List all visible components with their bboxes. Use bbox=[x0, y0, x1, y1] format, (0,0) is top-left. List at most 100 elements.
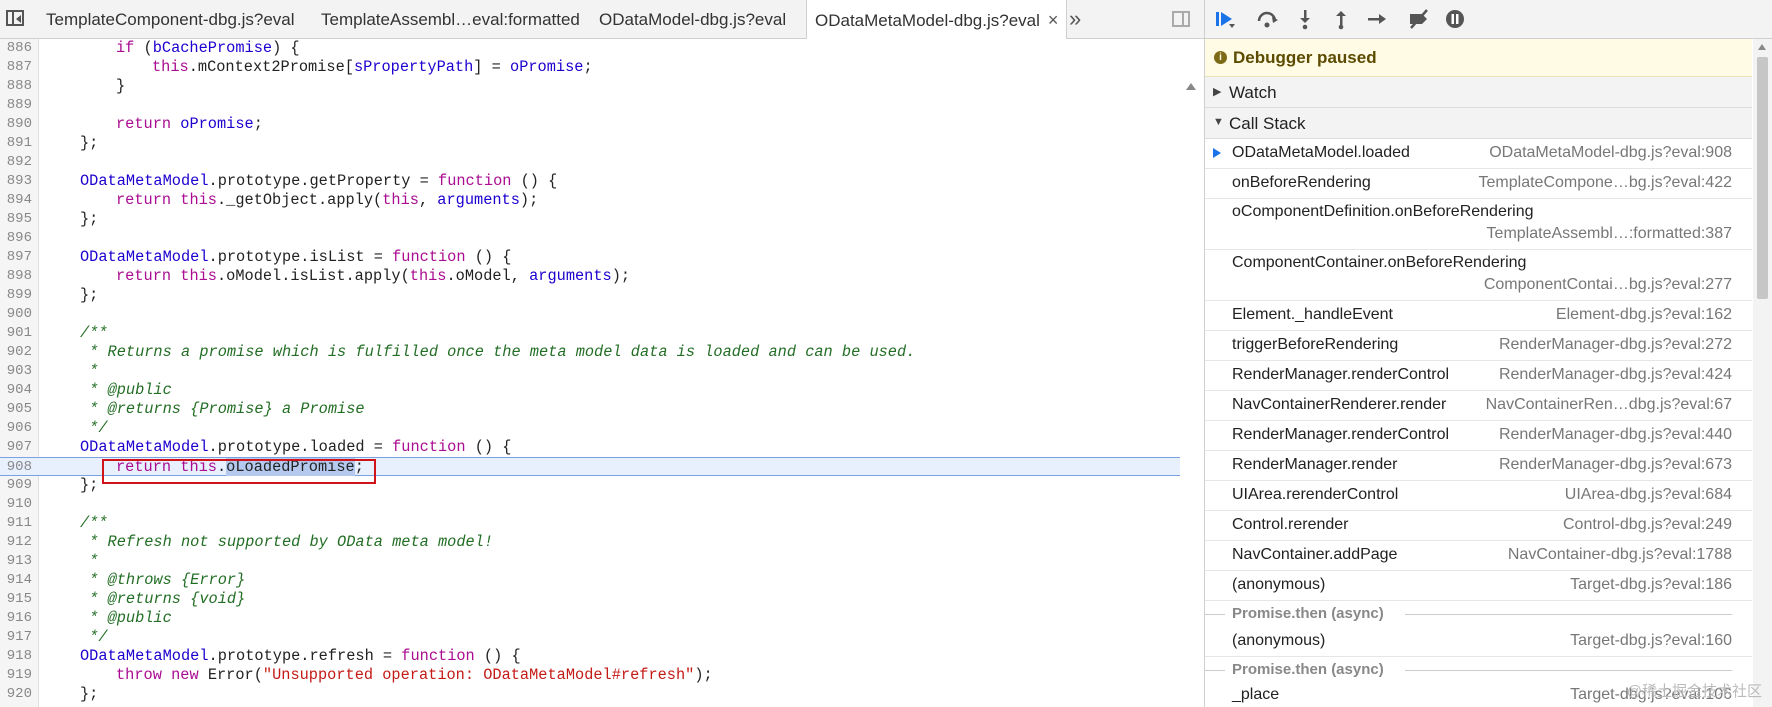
call-stack-section-header[interactable]: ▼ Call Stack bbox=[1205, 108, 1752, 139]
frame-function: (anonymous) bbox=[1232, 632, 1326, 649]
call-frame[interactable]: ODataMetaModel.loaded ODataMetaModel-dbg.… bbox=[1205, 139, 1752, 169]
step-out-icon[interactable] bbox=[1329, 8, 1353, 30]
line-number: 906 bbox=[6, 420, 32, 436]
call-frame[interactable]: NavContainer.addPage NavContainer-dbg.js?… bbox=[1205, 541, 1752, 571]
code-line: 895}; bbox=[0, 210, 1180, 229]
code-line: 893 ODataMetaModel.prototype.getProperty … bbox=[0, 172, 1180, 191]
code-line: 899}; bbox=[0, 286, 1180, 305]
call-frame[interactable]: onBeforeRendering TemplateCompone…bg.js?e… bbox=[1205, 169, 1752, 199]
step-into-icon[interactable] bbox=[1293, 8, 1317, 30]
code-line: 910 bbox=[0, 495, 1180, 514]
call-frame[interactable]: Control.rerender Control-dbg.js?eval:249 bbox=[1205, 511, 1752, 541]
more-tabs-icon[interactable]: » bbox=[1069, 6, 1081, 32]
expand-triangle-icon: ▶ bbox=[1213, 86, 1222, 98]
line-code: }; bbox=[80, 286, 99, 304]
watch-section-header[interactable]: ▶ Watch bbox=[1205, 77, 1752, 108]
call-frame[interactable]: UIArea.rerenderControl UIArea-dbg.js?eval… bbox=[1205, 481, 1752, 511]
line-number: 913 bbox=[6, 553, 32, 569]
line-number: 894 bbox=[6, 192, 32, 208]
line-number: 898 bbox=[6, 268, 32, 284]
close-icon[interactable]: × bbox=[1048, 0, 1059, 40]
frame-location[interactable]: Element-dbg.js?eval:162 bbox=[1556, 306, 1732, 324]
frame-location[interactable]: UIArea-dbg.js?eval:684 bbox=[1565, 486, 1732, 504]
code-line: 907 ODataMetaModel.prototype.loaded = fun… bbox=[0, 438, 1180, 457]
resume-icon[interactable] bbox=[1213, 8, 1237, 30]
tab-label: TemplateComponent-dbg.js?eval bbox=[46, 10, 295, 29]
frame-location[interactable]: NavContainer-dbg.js?eval:1788 bbox=[1508, 546, 1732, 564]
line-code: } bbox=[116, 77, 126, 95]
async-separator: Promise.then (async) bbox=[1205, 601, 1752, 627]
frame-location[interactable]: TemplateCompone…bg.js?eval:422 bbox=[1479, 174, 1732, 192]
call-frame[interactable]: RenderManager.render RenderManager-dbg.js… bbox=[1205, 451, 1752, 481]
step-icon[interactable] bbox=[1365, 8, 1389, 30]
line-number: 919 bbox=[6, 667, 32, 683]
line-code: }; bbox=[80, 210, 99, 228]
frame-location[interactable]: ComponentContai…bg.js?eval:277 bbox=[1484, 276, 1732, 294]
line-number: 904 bbox=[6, 382, 32, 398]
tab-label: TemplateAssembl…eval:formatted bbox=[321, 10, 580, 29]
call-frame[interactable]: triggerBeforeRendering RenderManager-dbg.… bbox=[1205, 331, 1752, 361]
code-line: 916 * @public bbox=[0, 609, 1180, 628]
step-over-icon[interactable] bbox=[1255, 8, 1279, 30]
frame-function: oComponentDefinition.onBeforeRendering bbox=[1232, 203, 1534, 220]
code-line: 920}; bbox=[0, 685, 1180, 704]
call-frame[interactable]: ComponentContainer.onBeforeRendering Comp… bbox=[1205, 250, 1752, 301]
call-frame[interactable]: Element._handleEvent Element-dbg.js?eval:… bbox=[1205, 301, 1752, 331]
scroll-up-icon[interactable] bbox=[1186, 83, 1196, 90]
call-frame[interactable]: NavContainerRenderer.render NavContainerR… bbox=[1205, 391, 1752, 421]
code-line: 897 ODataMetaModel.prototype.isList = fun… bbox=[0, 248, 1180, 267]
line-code: if (bCachePromise) { bbox=[116, 39, 300, 57]
deactivate-breakpoints-icon[interactable] bbox=[1407, 8, 1431, 30]
line-number: 908 bbox=[6, 459, 32, 475]
code-line: 906 */ bbox=[0, 419, 1180, 438]
code-line: 904 * @public bbox=[0, 381, 1180, 400]
frame-location[interactable]: RenderManager-dbg.js?eval:440 bbox=[1499, 426, 1732, 444]
line-code: }; bbox=[80, 476, 99, 494]
call-frame[interactable]: (anonymous) Target-dbg.js?eval:160 bbox=[1205, 627, 1752, 657]
line-code: * @returns {void} bbox=[80, 590, 246, 608]
frame-location[interactable]: Control-dbg.js?eval:249 bbox=[1563, 516, 1732, 534]
tab-odata-model[interactable]: ODataModel-dbg.js?eval bbox=[599, 0, 786, 38]
code-line: 901 /** bbox=[0, 324, 1180, 343]
frame-location[interactable]: Target-dbg.js?eval:186 bbox=[1570, 576, 1732, 594]
frame-location[interactable]: Target-dbg.js?eval:160 bbox=[1570, 632, 1732, 650]
debugger-paused-banner: i Debugger paused bbox=[1205, 39, 1752, 77]
line-number: 890 bbox=[6, 116, 32, 132]
frame-location[interactable]: RenderManager-dbg.js?eval:673 bbox=[1499, 456, 1732, 474]
code-line: 917 */ bbox=[0, 628, 1180, 647]
frame-location[interactable]: TemplateAssembl…:formatted:387 bbox=[1487, 225, 1732, 243]
navigator-toggle-icon[interactable] bbox=[6, 10, 24, 26]
code-line: 894 return this._getObject.apply(this, ar… bbox=[0, 191, 1180, 210]
scroll-up-icon[interactable] bbox=[1758, 44, 1766, 50]
line-number: 892 bbox=[6, 154, 32, 170]
code-editor[interactable]: 886 if (bCachePromise) { 887 this.mContext… bbox=[0, 39, 1204, 707]
call-stack-label: Call Stack bbox=[1229, 114, 1306, 133]
call-frame[interactable]: RenderManager.renderControl RenderManager… bbox=[1205, 421, 1752, 451]
annotation-red-box bbox=[102, 459, 376, 484]
frame-location[interactable]: ODataMetaModel-dbg.js?eval:908 bbox=[1489, 144, 1732, 162]
call-frame[interactable]: oComponentDefinition.onBeforeRendering Te… bbox=[1205, 199, 1752, 250]
frame-function: (anonymous) bbox=[1232, 576, 1326, 593]
line-code: /** bbox=[80, 324, 108, 342]
call-frame[interactable]: RenderManager.renderControl RenderManager… bbox=[1205, 361, 1752, 391]
pause-on-exceptions-icon[interactable] bbox=[1443, 8, 1467, 30]
line-number: 911 bbox=[6, 515, 32, 531]
debugger-sidebar: i Debugger paused ▶ Watch ▼ Call Stack O… bbox=[1205, 0, 1772, 707]
frame-function: RenderManager.render bbox=[1232, 456, 1398, 473]
tab-template-component[interactable]: TemplateComponent-dbg.js?eval bbox=[46, 0, 295, 38]
code-line: 913 * bbox=[0, 552, 1180, 571]
watermark: @稀土掘金技术社区 bbox=[1626, 683, 1762, 700]
frame-location[interactable]: NavContainerRen…dbg.js?eval:67 bbox=[1486, 396, 1732, 414]
line-number: 886 bbox=[6, 40, 32, 56]
scrollbar-thumb[interactable] bbox=[1757, 57, 1768, 299]
frame-location[interactable]: RenderManager-dbg.js?eval:272 bbox=[1499, 336, 1732, 354]
line-number: 918 bbox=[6, 648, 32, 664]
sidebar-scrollbar[interactable] bbox=[1753, 39, 1772, 707]
frame-location[interactable]: RenderManager-dbg.js?eval:424 bbox=[1499, 366, 1732, 384]
code-line: 915 * @returns {void} bbox=[0, 590, 1180, 609]
debugger-toggle-icon[interactable] bbox=[1172, 11, 1190, 27]
tab-template-assembler[interactable]: TemplateAssembl…eval:formatted bbox=[321, 0, 580, 38]
frame-function: RenderManager.renderControl bbox=[1232, 366, 1450, 383]
call-frame[interactable]: (anonymous) Target-dbg.js?eval:186 bbox=[1205, 571, 1752, 601]
tab-odata-meta-model[interactable]: ODataMetaModel-dbg.js?eval × bbox=[806, 0, 1068, 40]
